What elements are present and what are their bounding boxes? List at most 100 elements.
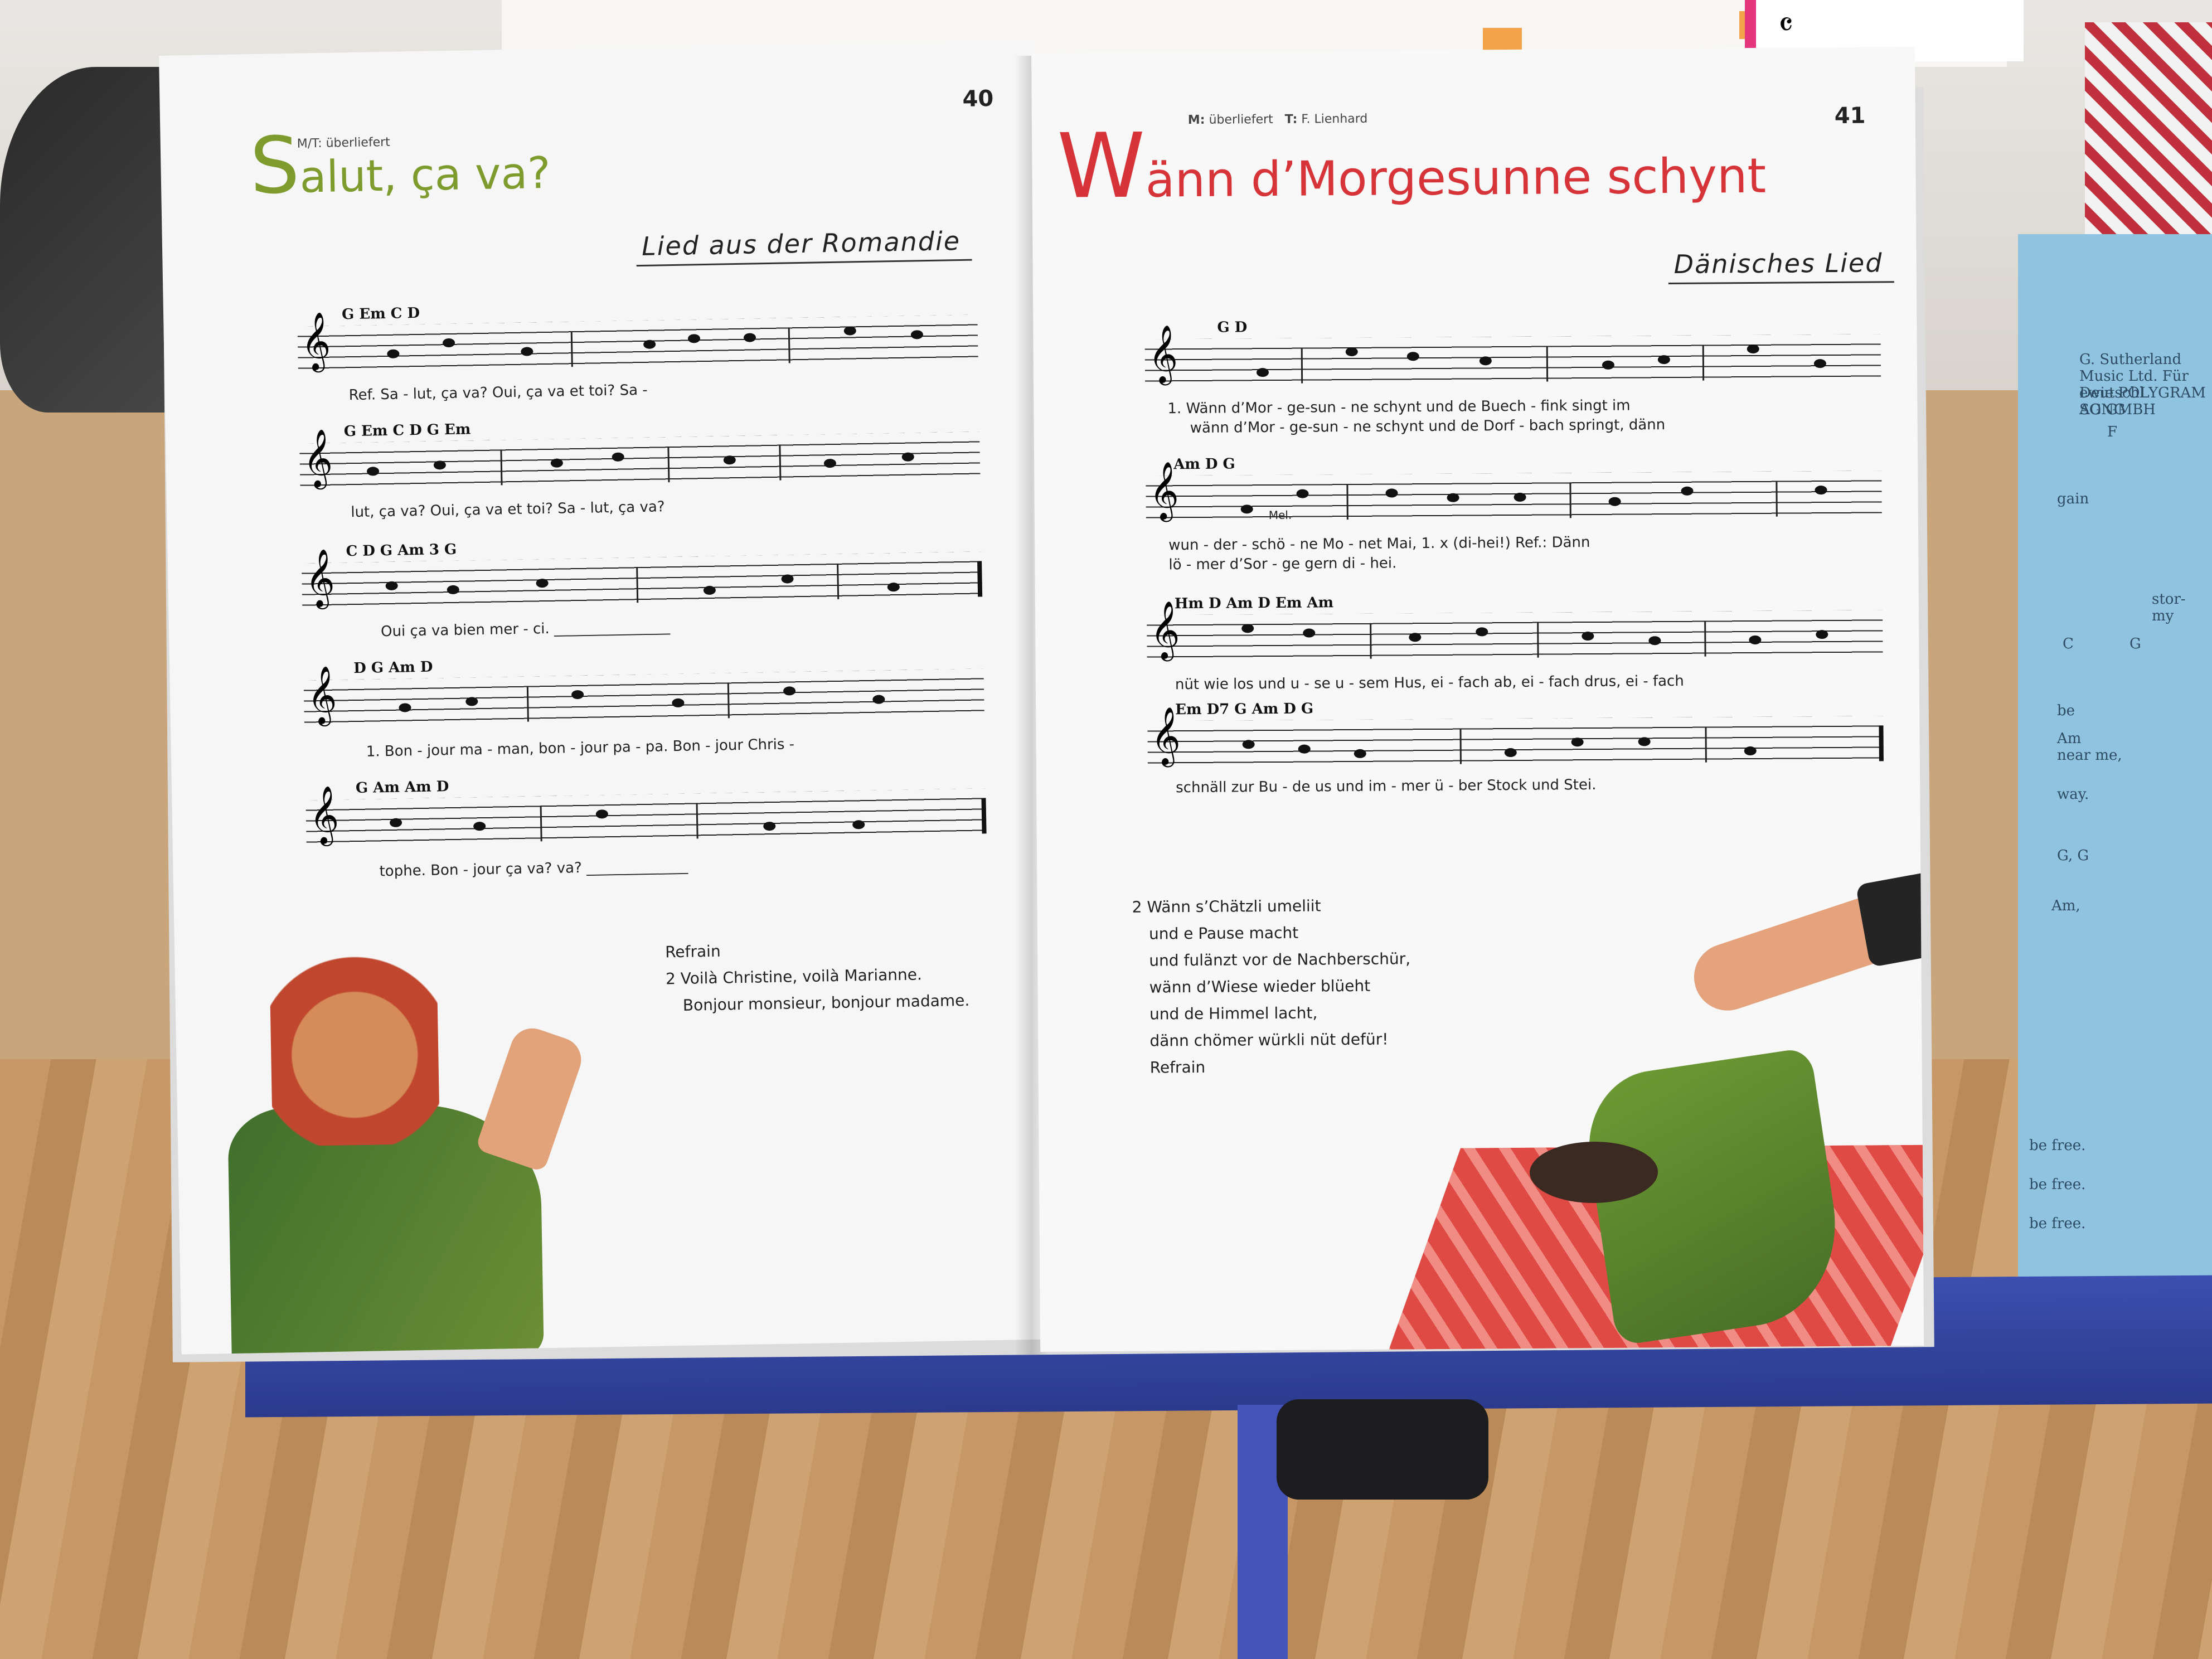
lyrics-line: nüt wie los und u - se u - sem Hus, ei -… <box>1175 672 1684 693</box>
note <box>1256 368 1269 377</box>
song-subtitle: Dänisches Lied <box>1668 248 1894 285</box>
page-number: 40 <box>962 85 994 112</box>
note <box>595 809 609 819</box>
lyrics-line: Oui ça va bien mer - ci. _______________… <box>380 618 671 641</box>
page-number: 41 <box>1834 103 1866 129</box>
note <box>521 347 533 356</box>
note <box>433 460 447 470</box>
note <box>1345 347 1358 357</box>
note <box>1602 360 1614 370</box>
bar-line <box>779 444 782 481</box>
mel-label: Mel. <box>1268 508 1292 522</box>
note <box>571 690 584 700</box>
bar-line <box>1346 484 1348 520</box>
note <box>1479 356 1492 366</box>
note <box>823 458 837 468</box>
note <box>723 455 736 465</box>
note <box>783 686 796 696</box>
verse-text: Refrain 2 Voilà Christine, voilà Mariann… <box>664 942 970 1015</box>
end-bar <box>1879 725 1884 761</box>
note <box>887 582 900 592</box>
bar-line <box>1546 346 1549 382</box>
treble-clef-icon: 𝄞 <box>1148 324 1178 384</box>
note <box>1354 749 1366 758</box>
bar-line <box>570 331 573 367</box>
lyrics-line: wun - der - schö - ne Mo - net Mai, 1. x… <box>1168 534 1590 554</box>
chord-line: C D G Am 3 G <box>346 541 457 560</box>
note <box>1240 505 1253 514</box>
singing-boy-illustration <box>224 918 622 1355</box>
note <box>1514 492 1526 502</box>
bar-line <box>1704 620 1706 657</box>
bar-line <box>667 447 670 483</box>
note <box>1385 488 1398 498</box>
lyrics-line: tophe. Bon - jour ça va? va? ___________… <box>379 857 688 880</box>
treble-clef-icon: 𝄞 <box>308 785 339 845</box>
note <box>1409 633 1422 642</box>
treble-clef-icon: 𝄞 <box>1151 706 1181 765</box>
note <box>387 349 400 358</box>
chord-line: Am D G <box>1173 455 1235 473</box>
note <box>672 698 685 708</box>
note <box>442 338 455 348</box>
note <box>781 574 794 584</box>
music-staff: 𝄞 <box>303 665 984 725</box>
song-title: Salut, ça va? <box>249 120 551 212</box>
treble-clef-icon: 𝄞 <box>304 548 336 608</box>
bar-line <box>1459 728 1462 764</box>
music-stand-clamp <box>1277 1399 1488 1500</box>
boy-hand <box>475 1022 588 1173</box>
music-staff: 𝄞 <box>305 785 987 845</box>
treble-clef-icon: 𝄞 <box>1149 600 1180 659</box>
note <box>703 585 716 595</box>
note <box>910 330 924 339</box>
note <box>843 326 856 336</box>
end-bar <box>981 798 987 834</box>
note <box>465 697 478 706</box>
note <box>1476 627 1488 637</box>
bar-line <box>500 449 503 486</box>
chord-line: Hm D Am D Em Am <box>1174 594 1334 613</box>
note <box>1657 355 1670 365</box>
note <box>366 467 380 476</box>
boy-head <box>269 943 440 1147</box>
note <box>550 458 563 468</box>
note <box>643 339 656 349</box>
bar-line <box>1705 726 1707 763</box>
bar-line <box>526 686 529 722</box>
treble-clef-icon: 𝄞 <box>1149 461 1180 520</box>
music-staff: 𝄞 <box>299 428 981 488</box>
bar-line <box>1569 482 1571 518</box>
note <box>1406 352 1419 361</box>
music-staff: 𝄞 <box>301 548 983 608</box>
note <box>447 585 459 595</box>
lyrics-line: schnäll zur Bu - de us und im - mer ü - … <box>1176 776 1597 797</box>
note <box>399 703 411 712</box>
lyrics-line: lut, ça va? Oui, ça va et toi? Sa - lut,… <box>351 498 665 521</box>
bar-line <box>1776 481 1778 517</box>
note <box>1648 636 1661 646</box>
note <box>743 333 756 342</box>
note <box>1747 344 1759 354</box>
right-page: 41 M: überliefert T: F. Lienhard Wänn d’… <box>1031 46 1924 1352</box>
end-bar <box>977 561 983 597</box>
treble-clef-icon: 𝄞 <box>307 665 338 725</box>
treble-clef-icon: 𝄞 <box>302 428 333 488</box>
note <box>872 695 885 704</box>
music-staff: 𝄞 <box>1147 706 1884 766</box>
note <box>901 452 914 462</box>
bar-line <box>1370 623 1372 659</box>
note <box>473 821 486 831</box>
note <box>1241 624 1254 633</box>
note <box>1815 486 1827 495</box>
note <box>1813 359 1826 368</box>
note <box>1504 748 1517 758</box>
note <box>1816 630 1828 639</box>
chord-line: G Em C D G Em <box>343 421 471 440</box>
left-page: 40 M/T: überliefert Salut, ça va? Lied a… <box>159 40 1057 1355</box>
treble-clef-icon: 𝄞 <box>300 311 332 371</box>
bar-line <box>727 682 730 719</box>
music-staff: 𝄞 <box>1147 600 1883 660</box>
note <box>1681 486 1694 496</box>
note <box>1242 740 1255 749</box>
